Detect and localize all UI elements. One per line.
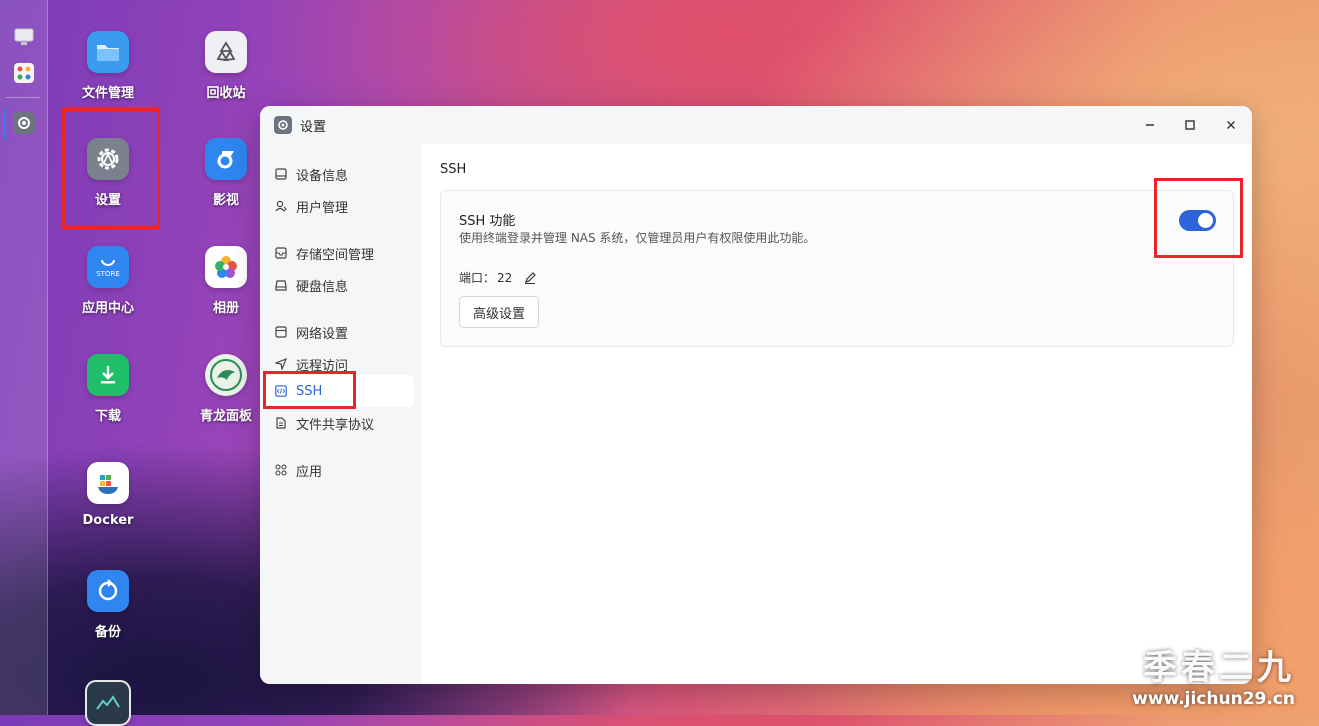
sidebar-item-apps[interactable]: 应用 — [264, 454, 414, 486]
sidebar-item-label: 存储空间管理 — [296, 247, 375, 263]
backup-icon — [87, 570, 129, 612]
desktop-app-store[interactable]: STORE 应用中心 — [60, 246, 156, 316]
sidebar-item-label: 用户管理 — [296, 200, 349, 216]
desktop-icon[interactable] — [13, 26, 35, 48]
apps-grid-icon[interactable] — [13, 62, 35, 84]
ssh-heading: SSH 功能 — [459, 214, 516, 229]
watermark-url: www.jichun29.cn — [1132, 689, 1295, 709]
disk-icon — [275, 279, 287, 291]
folder-icon — [87, 31, 129, 73]
settings-window: 设置 设备信息 用户管理 存储空间管理 硬盘信息 网络设置 远程访问 SSH 文… — [260, 106, 1252, 684]
ssh-card: SSH 功能 使用终端登录并管理 NAS 系统，仅管理员用户有权限使用此功能。 … — [440, 190, 1234, 347]
sidebar-item-label: 硬盘信息 — [296, 279, 349, 295]
ssh-description: 使用终端登录并管理 NAS 系统，仅管理员用户有权限使用此功能。 — [459, 231, 816, 245]
highlight-box-ssh-nav — [263, 371, 356, 409]
desktop-app-label: 下载 — [94, 409, 121, 424]
sidebar-item-disk-info[interactable]: 硬盘信息 — [264, 269, 414, 301]
desktop-app-label: 文件管理 — [81, 86, 134, 101]
desktop-app-monitor[interactable] — [60, 680, 156, 726]
sidebar-item-file-sharing[interactable]: 文件共享协议 — [264, 407, 414, 439]
dock-divider — [6, 97, 40, 98]
desktop-app-files[interactable]: 文件管理 — [60, 31, 156, 101]
sidebar-item-label: 文件共享协议 — [296, 417, 375, 433]
apps-icon — [275, 464, 287, 476]
minimize-icon[interactable] — [1141, 116, 1159, 134]
desktop-app-recycle-bin[interactable]: 回收站 — [178, 31, 274, 101]
file-share-icon — [275, 417, 287, 429]
sidebar-item-label: 网络设置 — [296, 326, 349, 342]
watermark-title: 季春二九 — [1143, 648, 1295, 688]
settings-app-icon — [274, 116, 292, 134]
window-title: 设置 — [300, 119, 327, 135]
sidebar-item-label: 应用 — [296, 464, 323, 480]
remote-icon — [275, 358, 287, 370]
device-icon — [275, 168, 287, 180]
sidebar-item-label: 设备信息 — [296, 168, 349, 184]
port-label: 端口： — [459, 271, 496, 285]
storage-icon — [275, 247, 287, 259]
port-row: 端口： 22 — [459, 269, 537, 286]
settings-sidebar: 设备信息 用户管理 存储空间管理 硬盘信息 网络设置 远程访问 SSH 文件共享… — [260, 144, 422, 684]
settings-content: SSH SSH 功能 使用终端登录并管理 NAS 系统，仅管理员用户有权限使用此… — [422, 144, 1252, 684]
left-dock — [0, 0, 48, 715]
video-icon — [205, 138, 247, 180]
recycle-bin-icon — [205, 31, 247, 73]
desktop-app-label: 回收站 — [206, 86, 246, 101]
highlight-box-settings-app — [62, 108, 160, 229]
sidebar-item-user-management[interactable]: 用户管理 — [264, 190, 414, 222]
qinglong-icon — [205, 354, 247, 396]
desktop-app-label: 应用中心 — [81, 301, 134, 316]
desktop-app-backup[interactable]: 备份 — [60, 570, 156, 640]
network-icon — [275, 326, 287, 338]
desktop-app-download[interactable]: 下载 — [60, 354, 156, 424]
svg-text:STORE: STORE — [96, 270, 120, 278]
maximize-icon[interactable] — [1181, 116, 1199, 134]
dock-active-indicator — [3, 108, 5, 140]
photos-icon — [205, 246, 247, 288]
watermark: 季春二九 www.jichun29.cn — [1132, 640, 1295, 709]
sidebar-item-storage[interactable]: 存储空间管理 — [264, 237, 414, 269]
monitor-icon — [85, 680, 131, 726]
edit-pencil-icon[interactable] — [524, 271, 537, 284]
docker-icon — [87, 462, 129, 504]
desktop-app-label: Docker — [82, 513, 134, 528]
store-icon: STORE — [87, 246, 129, 288]
advanced-settings-button[interactable]: 高级设置 — [459, 296, 539, 328]
dock-settings-icon[interactable] — [13, 112, 35, 134]
desktop-app-docker[interactable]: Docker — [60, 462, 156, 528]
highlight-box-ssh-toggle — [1154, 178, 1243, 258]
sidebar-item-network[interactable]: 网络设置 — [264, 316, 414, 348]
window-titlebar: 设置 — [260, 106, 1252, 144]
desktop-app-label: 备份 — [94, 625, 121, 640]
port-value: 22 — [497, 270, 513, 285]
user-icon — [275, 200, 287, 212]
sidebar-item-device-info[interactable]: 设备信息 — [264, 158, 414, 190]
download-icon — [87, 354, 129, 396]
close-icon[interactable] — [1222, 116, 1240, 134]
section-title: SSH — [440, 162, 467, 177]
